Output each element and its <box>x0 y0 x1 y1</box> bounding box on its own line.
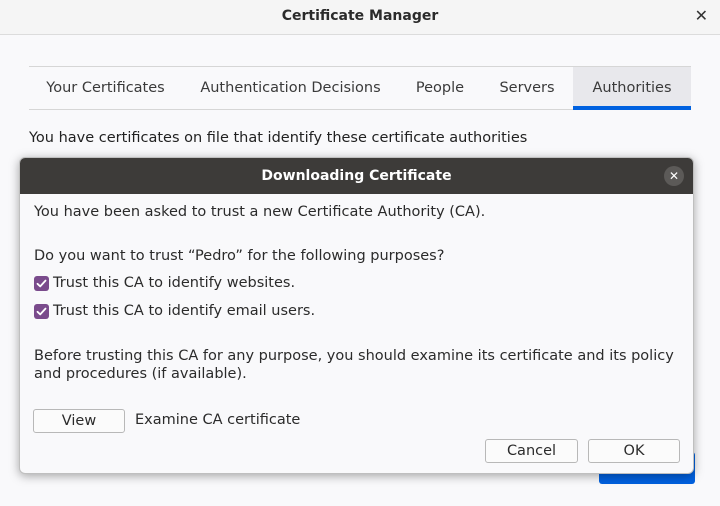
checkbox-checked-icon[interactable] <box>34 275 49 291</box>
tab-your-certificates[interactable]: Your Certificates <box>29 67 182 109</box>
cancel-button[interactable]: Cancel <box>485 439 578 463</box>
dialog-title: Downloading Certificate <box>261 168 452 184</box>
window-title: Certificate Manager <box>281 8 439 24</box>
trust-email-option[interactable]: Trust this CA to identify email users. <box>34 303 315 319</box>
window-titlebar: Certificate Manager ✕ <box>0 0 720 35</box>
trust-email-label: Trust this CA to identify email users. <box>53 303 316 319</box>
trust-websites-option[interactable]: Trust this CA to identify websites. <box>34 275 295 291</box>
view-caption: Examine CA certificate <box>135 412 301 428</box>
view-button[interactable]: View <box>33 409 125 433</box>
dialog-question-text: Do you want to trust “Pedro” for the fol… <box>34 248 445 264</box>
tab-servers[interactable]: Servers <box>481 67 573 109</box>
trust-websites-label: Trust this CA to identify websites. <box>53 275 296 291</box>
window-close-icon[interactable]: ✕ <box>695 7 708 25</box>
ok-button[interactable]: OK <box>588 439 680 463</box>
tab-bar: Your Certificates Authentication Decisio… <box>29 66 691 110</box>
dialog-warning-text: Before trusting this CA for any purpose,… <box>34 348 674 382</box>
dialog-header: Downloading Certificate ✕ <box>20 158 693 194</box>
authorities-description: You have certificates on file that ident… <box>29 130 528 146</box>
dialog-close-icon[interactable]: ✕ <box>664 166 684 186</box>
dialog-intro-text: You have been asked to trust a new Certi… <box>34 204 486 220</box>
checkbox-checked-icon[interactable] <box>34 303 49 319</box>
tab-people[interactable]: People <box>399 67 481 109</box>
tab-authorities[interactable]: Authorities <box>573 67 691 110</box>
downloading-certificate-dialog: Downloading Certificate ✕ You have been … <box>19 157 694 474</box>
tab-authentication-decisions[interactable]: Authentication Decisions <box>182 67 399 109</box>
